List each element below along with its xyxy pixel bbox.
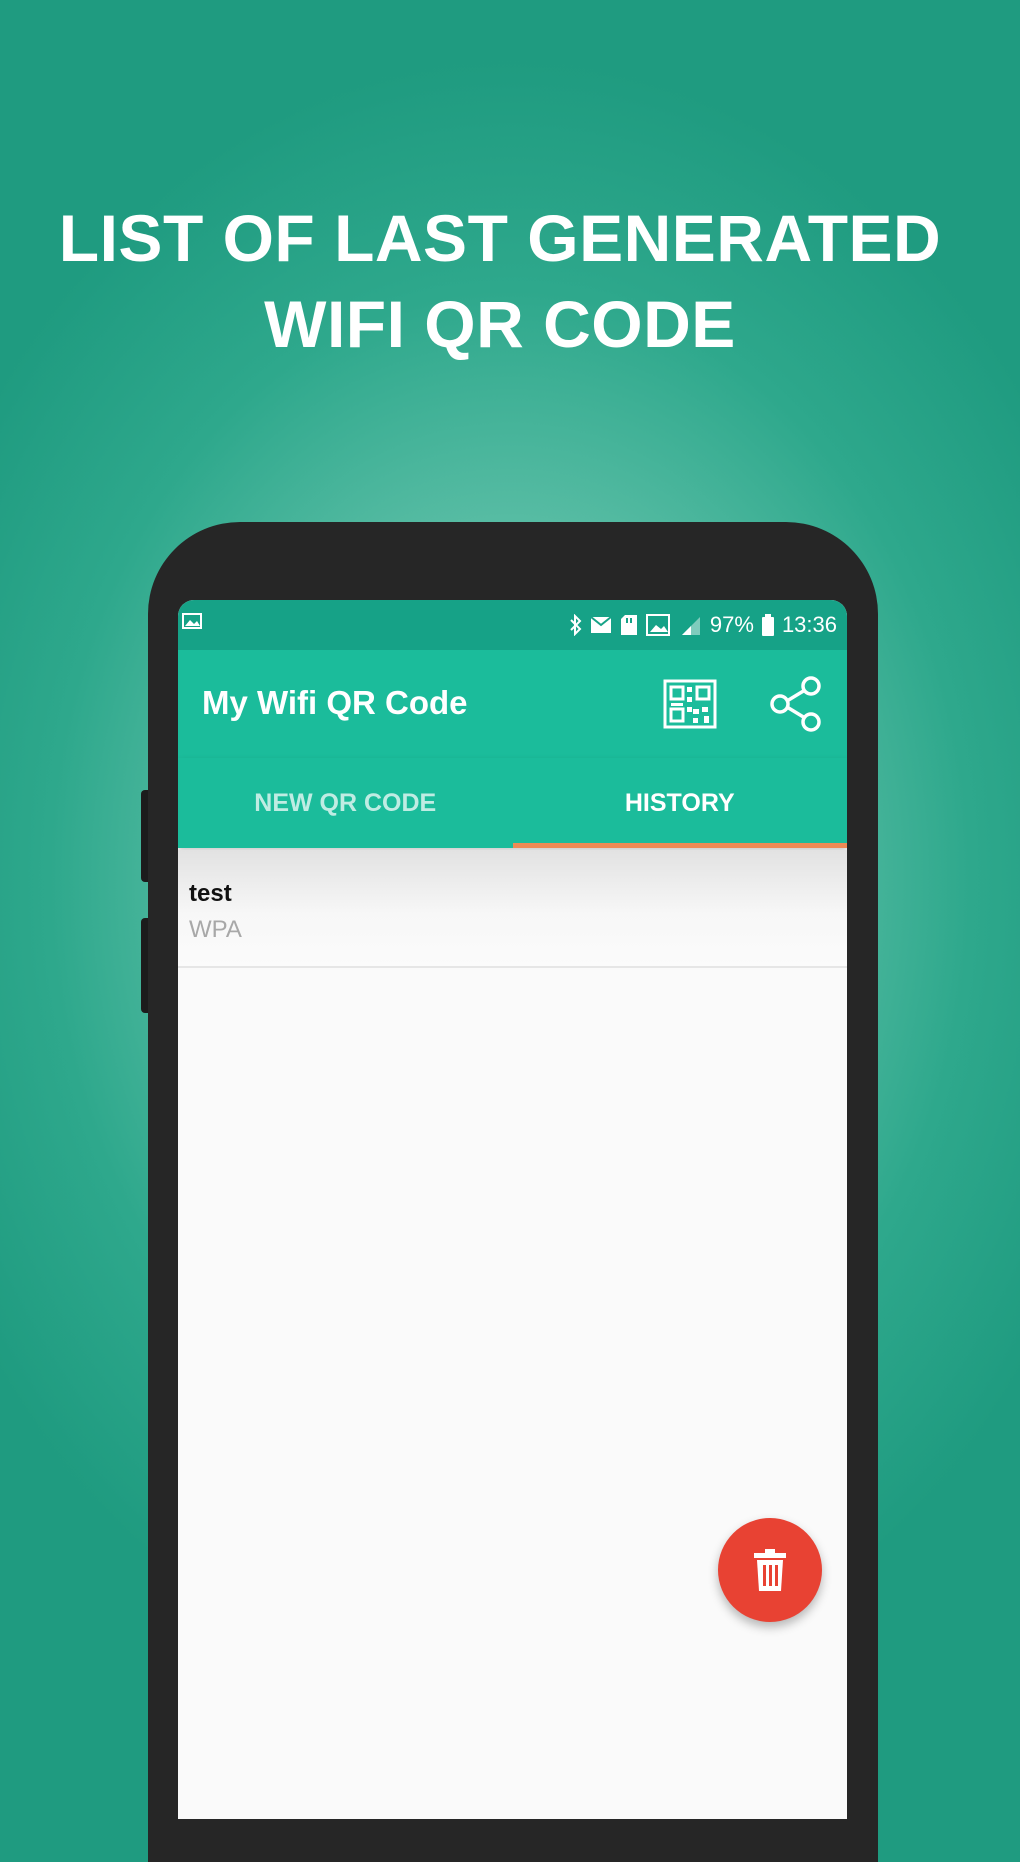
bluetooth-icon xyxy=(570,614,582,636)
sd-card-icon xyxy=(620,615,637,635)
history-list-item[interactable]: test WPA xyxy=(178,850,847,968)
headline: LIST OF LAST GENERATED WIFI QR CODE xyxy=(0,195,1000,367)
tab-new-qr-code[interactable]: NEW QR CODE xyxy=(178,758,513,848)
mail-icon xyxy=(590,616,612,633)
battery-percent: 97% xyxy=(709,612,754,637)
share-icon[interactable] xyxy=(766,674,826,734)
tab-bar: NEW QR CODE HISTORY xyxy=(178,758,847,848)
app-bar: My Wifi QR Code xyxy=(178,650,847,758)
app-title: My Wifi QR Code xyxy=(202,684,468,721)
battery-icon xyxy=(761,614,774,636)
phone-screen: 97% 13:36 My Wifi QR Code NEW QR CODE HI… xyxy=(178,600,847,1819)
network-security: WPA xyxy=(189,916,242,943)
trash-icon xyxy=(754,1549,786,1591)
signal-icon xyxy=(681,617,700,635)
gallery-icon xyxy=(645,614,670,636)
network-name: test xyxy=(189,880,232,907)
qr-scan-icon[interactable] xyxy=(662,678,718,730)
status-icons: 97% 13:36 xyxy=(570,610,837,640)
image-icon xyxy=(182,613,202,629)
clock: 13:36 xyxy=(781,612,837,637)
delete-history-button[interactable] xyxy=(718,1518,822,1622)
headline-line-2: WIFI QR CODE xyxy=(264,287,736,361)
headline-line-1: LIST OF LAST GENERATED xyxy=(58,201,942,275)
tab-history[interactable]: HISTORY xyxy=(512,758,848,848)
status-bar: 97% 13:36 xyxy=(178,600,847,650)
